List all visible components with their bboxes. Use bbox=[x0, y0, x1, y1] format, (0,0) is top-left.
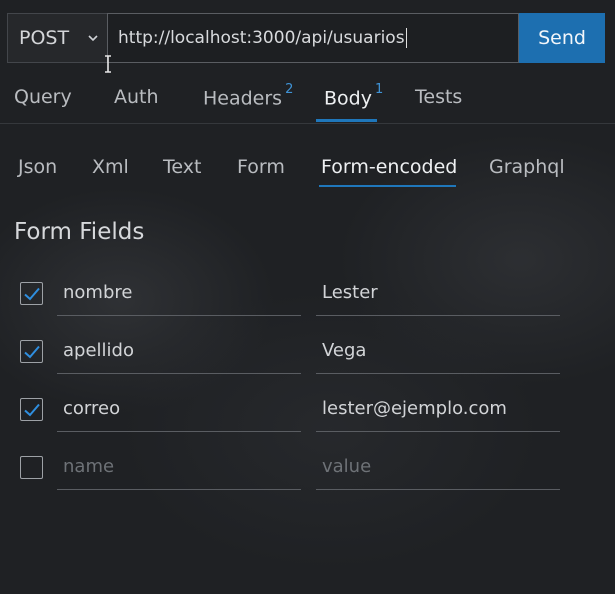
url-input[interactable]: http://localhost:3000/api/usuarios bbox=[107, 13, 519, 63]
body-type-text[interactable]: Text bbox=[163, 156, 201, 178]
body-type-form[interactable]: Form bbox=[237, 156, 285, 178]
new-field-checkbox[interactable] bbox=[20, 456, 43, 479]
request-tabs: Query Auth Headers 2 Body 1 Tests bbox=[0, 80, 615, 124]
field-value-input[interactable]: Vega bbox=[316, 330, 560, 374]
new-field-row: name value bbox=[0, 446, 615, 490]
field-enabled-checkbox[interactable] bbox=[20, 282, 43, 305]
body-type-json[interactable]: Json bbox=[18, 156, 57, 178]
new-field-value-input[interactable]: value bbox=[316, 446, 560, 490]
field-enabled-checkbox[interactable] bbox=[20, 340, 43, 363]
chevron-down-icon bbox=[88, 35, 98, 42]
field-enabled-checkbox[interactable] bbox=[20, 398, 43, 421]
headers-count-badge: 2 bbox=[285, 82, 294, 97]
tab-auth[interactable]: Auth bbox=[114, 86, 159, 108]
new-field-name-input[interactable]: name bbox=[57, 446, 301, 490]
form-field-row: apellido Vega bbox=[0, 330, 615, 374]
field-value-input[interactable]: Lester bbox=[316, 272, 560, 316]
field-name-input[interactable]: nombre bbox=[57, 272, 301, 316]
method-label: POST bbox=[19, 27, 70, 49]
body-type-form-encoded[interactable]: Form-encoded bbox=[321, 156, 457, 178]
active-tab-indicator bbox=[316, 119, 377, 122]
body-type-tabs: Json Xml Text Form Form-encoded Graphql bbox=[0, 150, 615, 190]
method-select[interactable]: POST bbox=[7, 13, 107, 63]
check-icon bbox=[23, 287, 40, 300]
url-text: http://localhost:3000/api/usuarios bbox=[118, 28, 405, 48]
tab-query[interactable]: Query bbox=[14, 86, 72, 108]
text-caret bbox=[405, 28, 407, 48]
field-name-input[interactable]: apellido bbox=[57, 330, 301, 374]
field-value-input[interactable]: lester@ejemplo.com bbox=[316, 388, 560, 432]
text-cursor-icon bbox=[105, 55, 111, 73]
check-icon bbox=[23, 403, 40, 416]
form-field-row: nombre Lester bbox=[0, 272, 615, 316]
form-field-row: correo lester@ejemplo.com bbox=[0, 388, 615, 432]
body-count-badge: 1 bbox=[374, 82, 384, 97]
tab-headers[interactable]: Headers 2 bbox=[203, 82, 293, 109]
field-name-input[interactable]: correo bbox=[57, 388, 301, 432]
section-title: Form Fields bbox=[14, 219, 145, 245]
body-type-xml[interactable]: Xml bbox=[92, 156, 129, 178]
tab-tests[interactable]: Tests bbox=[415, 86, 462, 108]
url-bar: POST http://localhost:3000/api/usuarios … bbox=[7, 13, 605, 63]
send-button[interactable]: Send bbox=[519, 13, 605, 63]
tab-body[interactable]: Body 1 bbox=[324, 82, 383, 109]
active-body-type-indicator bbox=[319, 185, 456, 187]
body-type-graphql[interactable]: Graphql bbox=[489, 156, 565, 178]
check-icon bbox=[23, 345, 40, 358]
